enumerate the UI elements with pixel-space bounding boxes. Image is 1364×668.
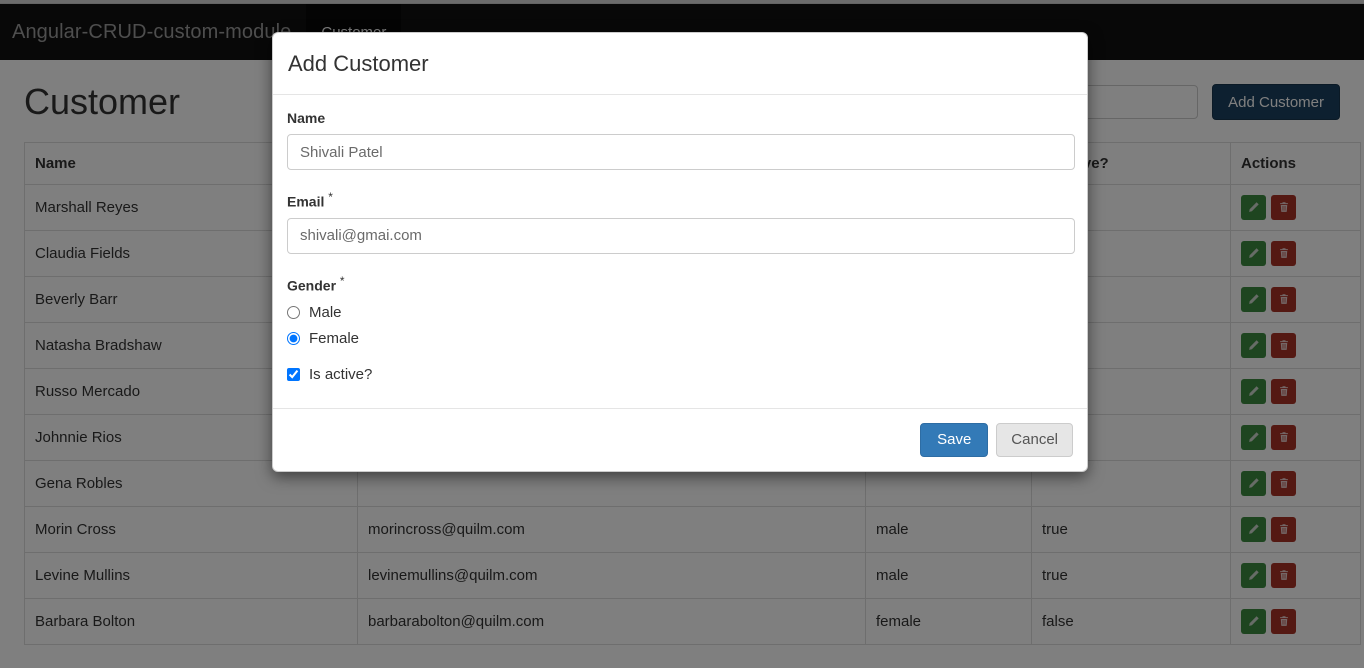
gender-required-mark: * xyxy=(339,273,345,288)
gender-label-text: Gender xyxy=(287,277,337,294)
add-customer-modal: Add Customer Name Email * Gender * Male xyxy=(272,32,1088,472)
modal-body: Name Email * Gender * Male Female xyxy=(273,95,1087,407)
gender-label: Gender * xyxy=(287,274,1073,294)
gender-radio-male[interactable] xyxy=(287,306,300,320)
name-label: Name xyxy=(287,110,1073,126)
is-active-checkbox[interactable] xyxy=(287,368,300,382)
modal-footer: Save Cancel xyxy=(273,407,1087,471)
modal-title: Add Customer xyxy=(288,51,429,76)
gender-radio-male-label[interactable]: Male xyxy=(309,304,342,321)
gender-radio-female[interactable] xyxy=(287,332,300,346)
email-label-text: Email xyxy=(287,193,325,210)
save-button[interactable]: Save xyxy=(920,422,989,457)
is-active-row[interactable]: Is active? xyxy=(287,364,1073,386)
name-label-text: Name xyxy=(287,110,326,127)
gender-option-male[interactable]: Male xyxy=(287,302,1073,324)
email-label: Email * xyxy=(287,190,1073,210)
app-root: Angular-CRUD-custom-module Customer Cust… xyxy=(0,0,1364,668)
name-input[interactable] xyxy=(287,134,1075,171)
is-active-label[interactable]: Is active? xyxy=(309,366,372,383)
email-required-mark: * xyxy=(328,190,333,205)
gender-option-female[interactable]: Female xyxy=(287,328,1073,350)
gender-radio-female-label[interactable]: Female xyxy=(309,330,359,347)
cancel-button[interactable]: Cancel xyxy=(996,422,1073,457)
email-input[interactable] xyxy=(287,217,1075,254)
modal-header: Add Customer xyxy=(273,33,1087,96)
